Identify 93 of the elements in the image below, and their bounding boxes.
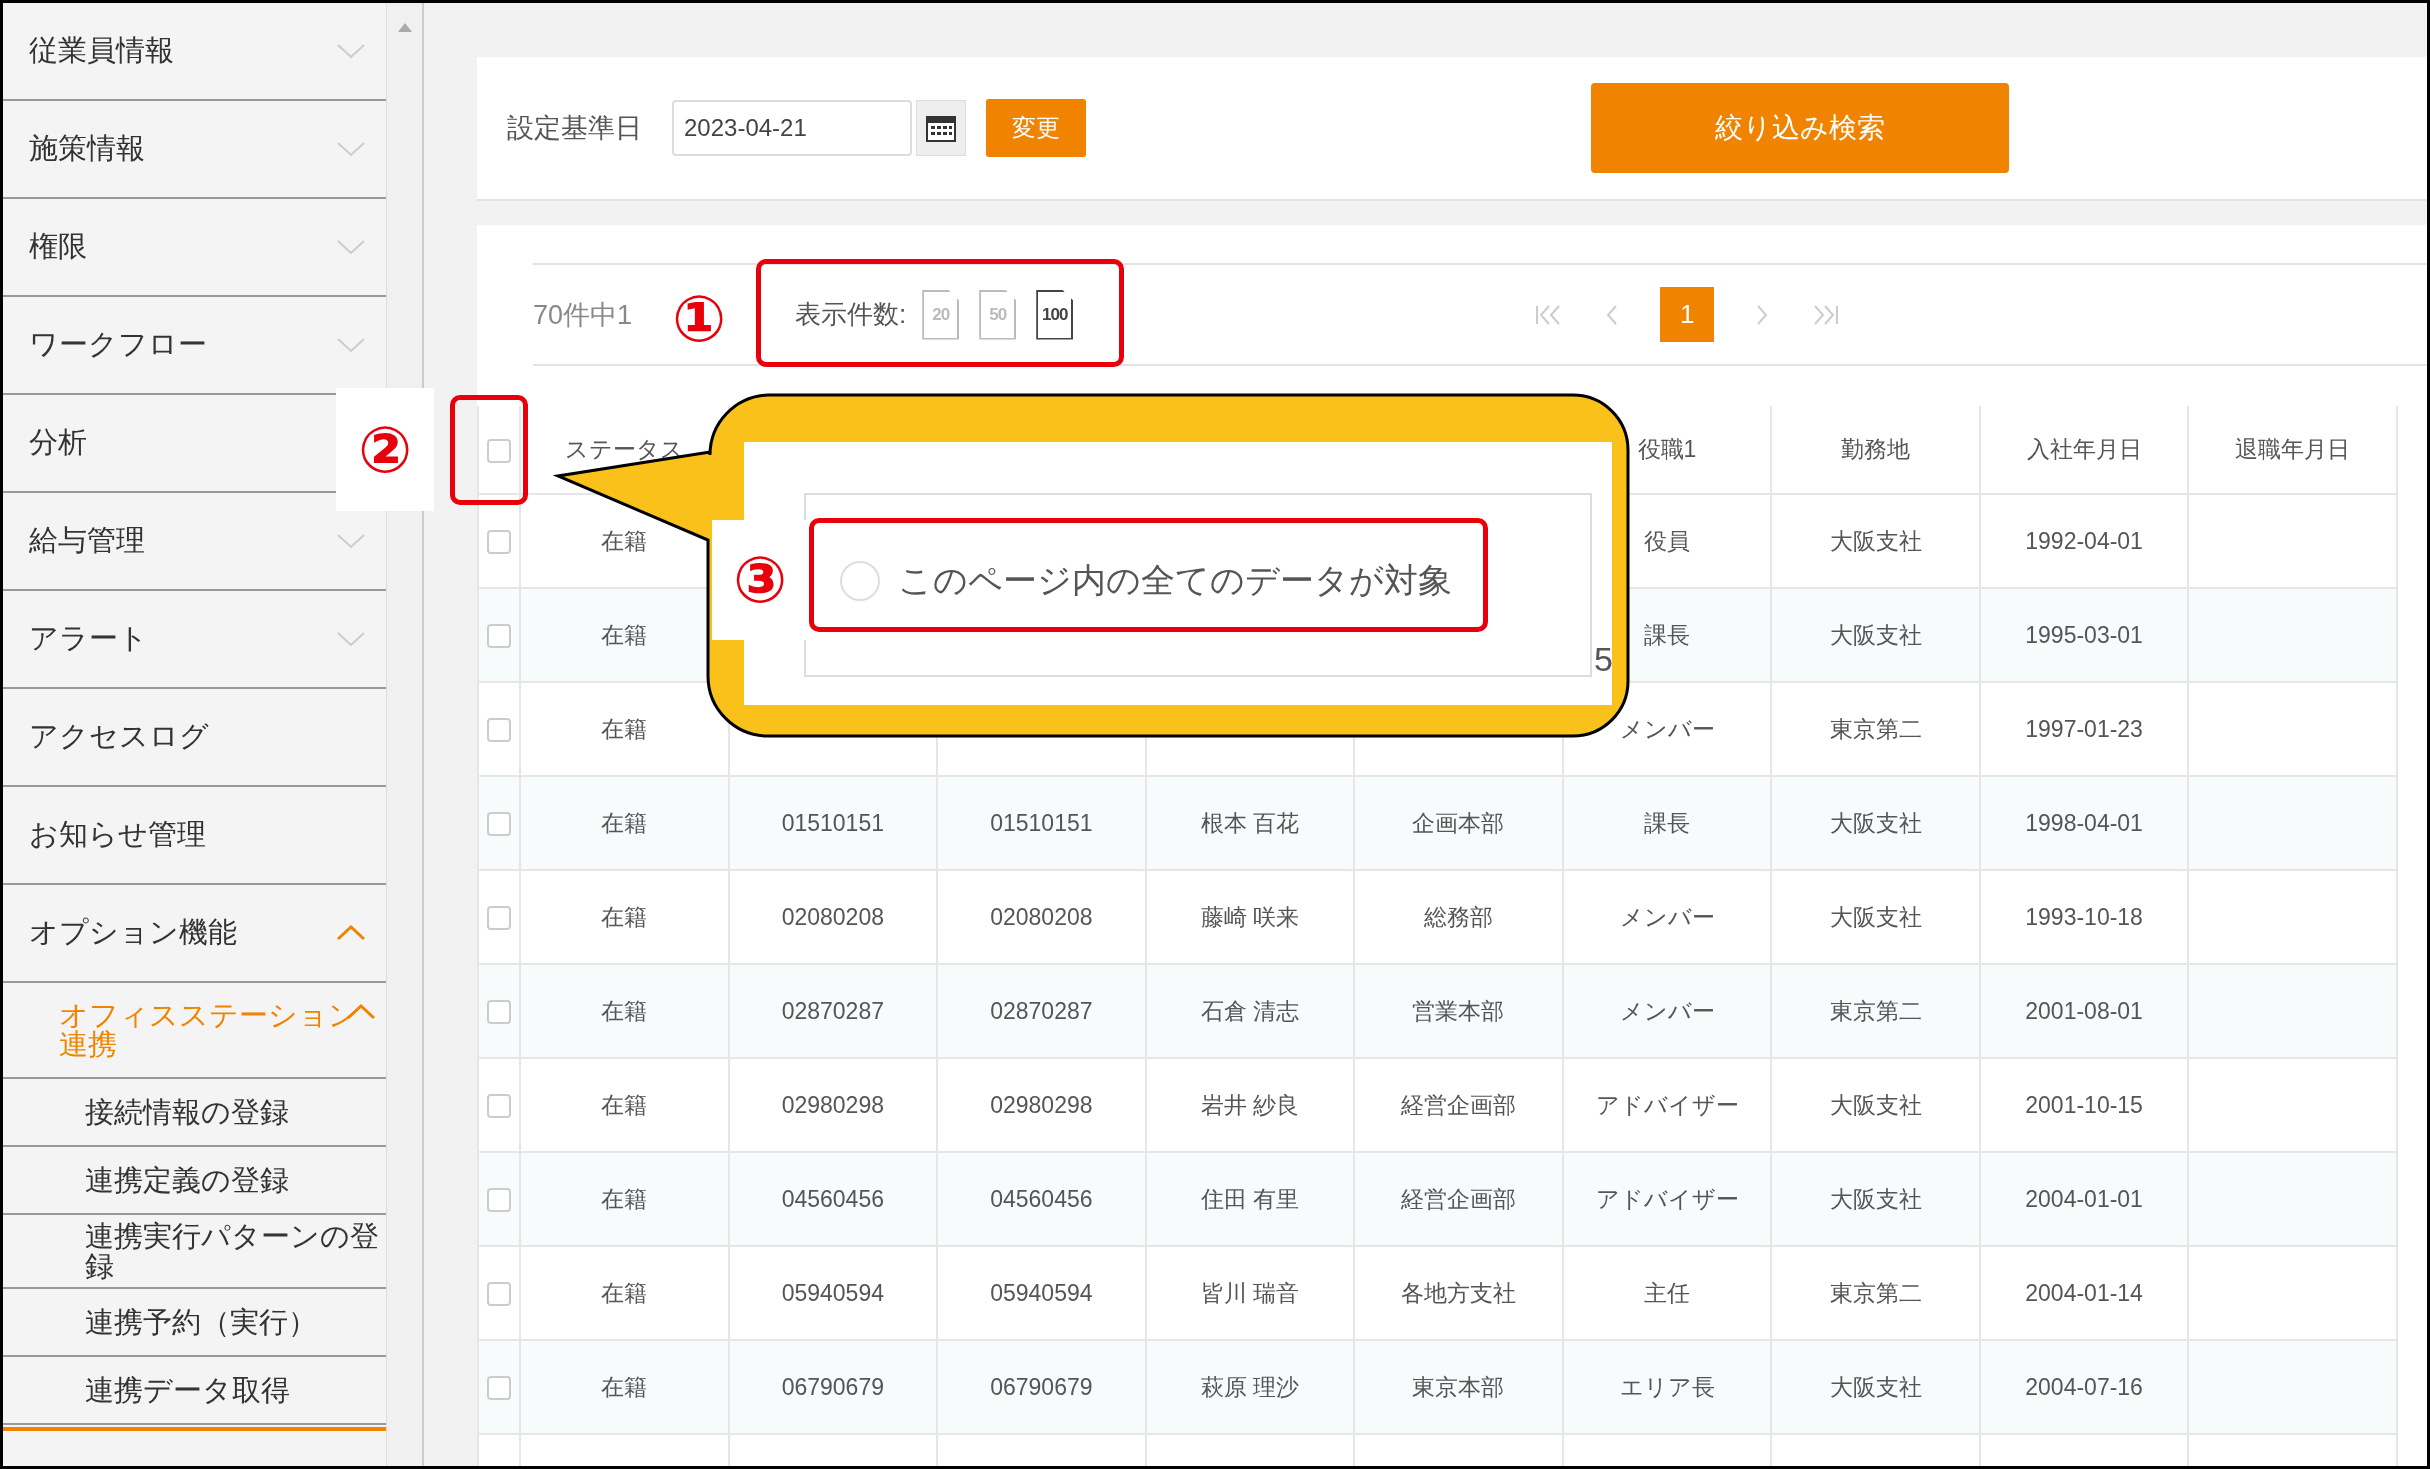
table-cell: 02870287 <box>781 997 884 1025</box>
table-cell-text: 在籍 <box>601 808 648 838</box>
table-cell-text: 在籍 <box>601 902 648 932</box>
sidebar-item[interactable]: 給与管理 <box>29 524 145 556</box>
partial-text: 5 <box>1594 640 1613 679</box>
table-cell: 02080208 <box>990 903 1093 931</box>
table-cell-text: 石倉 清志 <box>1200 996 1300 1026</box>
table-cell: 1997-01-23 <box>2025 715 2143 743</box>
annotation-number: ③ <box>712 520 808 640</box>
table-cell-text: 皆川 瑞音 <box>1200 1278 1300 1308</box>
sidebar-item[interactable]: 従業員情報 <box>29 34 174 66</box>
table-cell: 2004-01-01 <box>2025 1185 2143 1213</box>
page-size-option[interactable]: 100 <box>1036 289 1074 340</box>
table-cell-text: 藤崎 咲来 <box>1200 902 1300 932</box>
table-cell: 06790679 <box>990 1373 1093 1401</box>
column-header[interactable]: 勤務地 <box>1841 434 1911 465</box>
field-label: 設定基準日 <box>507 112 642 145</box>
sidebar-item[interactable]: アクセスログ <box>29 720 209 752</box>
option-label: このページ内の全てのデータが対象 <box>898 560 1452 601</box>
table-cell: 02870287 <box>990 997 1093 1025</box>
table-cell: 05940594 <box>781 1279 884 1307</box>
table-cell-text: 東京第二 <box>1829 996 1922 1026</box>
table-cell-text: 経営企画部 <box>1400 1090 1516 1120</box>
menu-option[interactable]: このページ内の全てのデータが対象 <box>840 556 1452 606</box>
table-cell-text: 在籍 <box>601 526 648 556</box>
table-cell-text: 課長 <box>1644 808 1690 838</box>
sidebar-item[interactable]: オプション機能 <box>29 916 237 948</box>
table-cell-text: エリア長 <box>1619 1372 1715 1402</box>
table-cell: 2004-07-16 <box>2025 1373 2143 1401</box>
table-cell-text: 在籍 <box>601 1278 648 1308</box>
sidebar-item[interactable]: 分析 <box>29 426 87 458</box>
table-cell-text: 在籍 <box>601 996 648 1026</box>
table-cell-text: 大阪支社 <box>1829 620 1922 650</box>
sidebar-item[interactable]: アラート <box>29 622 148 654</box>
table-cell: 04560456 <box>781 1185 884 1213</box>
table-cell: 2004-01-14 <box>2025 1279 2143 1307</box>
table-cell-text: 主任 <box>1644 1278 1690 1308</box>
table-cell-text: 在籍 <box>601 1372 648 1402</box>
column-header[interactable]: 役職1 <box>1637 434 1697 465</box>
table-cell: 1995-03-01 <box>2025 621 2143 649</box>
column-header[interactable]: 退職年月日 <box>2235 434 2351 465</box>
table-cell-text: 経営企画部 <box>1400 1184 1516 1214</box>
table-cell-text: 東京本部 <box>1412 1372 1505 1402</box>
sidebar-item[interactable]: 施策情報 <box>29 132 145 164</box>
table-cell: 05940594 <box>990 1279 1093 1307</box>
table-cell-text: 企画本部 <box>1412 808 1505 838</box>
date-field[interactable]: 2023-04-21 <box>672 100 912 156</box>
sidebar-item[interactable]: 権限 <box>29 230 87 262</box>
table-cell-text: 在籍 <box>601 1184 648 1214</box>
table-cell-text: メンバー <box>1619 996 1715 1026</box>
table-cell-text: 在籍 <box>601 620 648 650</box>
table-cell-text: メンバー <box>1619 902 1715 932</box>
table-cell: 2001-10-15 <box>2025 1091 2143 1119</box>
table-cell-text: 役員 <box>1644 526 1690 556</box>
table-cell-text: 大阪支社 <box>1829 902 1922 932</box>
table-cell-text: 課長 <box>1644 620 1690 650</box>
column-header[interactable]: 入社年月日 <box>2026 434 2142 465</box>
annotation-number: ① <box>670 284 728 354</box>
table-cell: 1998-04-01 <box>2025 809 2143 837</box>
sidebar-item[interactable]: ワークフロー <box>29 328 207 360</box>
table-cell-text: 在籍 <box>601 1090 648 1120</box>
record-count: 70件中1 <box>533 299 633 330</box>
table-cell-text: 営業本部 <box>1412 996 1505 1026</box>
table-cell-text: 大阪支社 <box>1829 1184 1922 1214</box>
table-cell-text: 住田 有里 <box>1200 1184 1300 1214</box>
table-cell-text: 大阪支社 <box>1829 1372 1922 1402</box>
table-cell-text: 岩井 紗良 <box>1200 1090 1300 1120</box>
table-cell-text: 総務部 <box>1423 902 1493 932</box>
table-cell-text: 萩原 理沙 <box>1200 1372 1300 1402</box>
table-cell: 01510151 <box>781 809 884 837</box>
annotation-number: ② <box>336 388 434 511</box>
table-cell-text: アドバイザー <box>1595 1184 1739 1214</box>
table-cell: 04560456 <box>990 1185 1093 1213</box>
table-cell: 02980298 <box>781 1091 884 1119</box>
table-cell-text: 大阪支社 <box>1829 526 1922 556</box>
table-cell-text: 各地方支社 <box>1400 1278 1516 1308</box>
table-cell: 1993-10-18 <box>2025 903 2143 931</box>
table-cell-text: 在籍 <box>601 714 648 744</box>
table-cell-text: 根本 百花 <box>1200 808 1300 838</box>
table-cell: 01510151 <box>990 809 1093 837</box>
table-cell-text: メンバー <box>1619 714 1715 744</box>
table-cell: 06790679 <box>781 1373 884 1401</box>
table-cell-text: アドバイザー <box>1595 1090 1739 1120</box>
table-cell: 2001-08-01 <box>2025 997 2143 1025</box>
table-cell-text: 大阪支社 <box>1829 808 1922 838</box>
table-cell: 02980298 <box>990 1091 1093 1119</box>
table-cell-text: 東京第二 <box>1829 714 1922 744</box>
page-size-label: 表示件数: <box>795 298 907 331</box>
table-cell: 1992-04-01 <box>2025 527 2143 555</box>
sidebar-item[interactable]: お知らせ管理 <box>29 818 206 850</box>
table-cell: 02080208 <box>781 903 884 931</box>
table-cell-text: 大阪支社 <box>1829 1090 1922 1120</box>
table-cell-text: 東京第二 <box>1829 1278 1922 1308</box>
